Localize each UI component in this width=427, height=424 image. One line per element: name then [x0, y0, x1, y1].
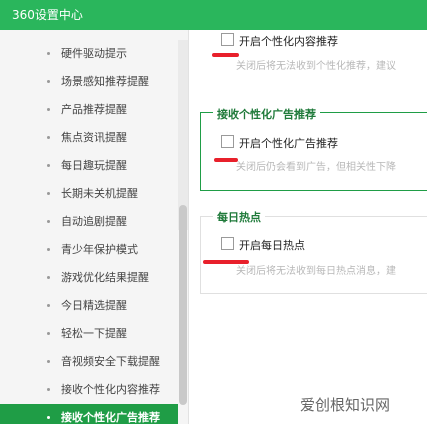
bullet-icon — [47, 416, 50, 419]
watermark: 爱创根知识网 — [300, 396, 391, 414]
bullet-icon — [47, 248, 50, 251]
ad-rec-group — [200, 112, 427, 191]
sidebar-item-long-uptime[interactable]: 长期未关机提醒 — [0, 180, 178, 208]
settings-content: 开启个性化内容推荐 关闭后将无法收到个性化推荐，建议 接收个性化广告推荐 开启个… — [189, 30, 427, 424]
bullet-icon — [47, 164, 50, 167]
red-annotation-mark — [214, 158, 238, 162]
sidebar-item-label: 硬件驱动提示 — [61, 47, 127, 60]
sidebar-item-game-optimize[interactable]: 游戏优化结果提醒 — [0, 264, 178, 292]
sidebar-scrollbar-track[interactable] — [178, 40, 188, 230]
sidebar-item-label: 每日趣玩提醒 — [61, 159, 127, 172]
ad-rec-description: 关闭后仍会看到广告，但相关性下降 — [236, 162, 396, 173]
sidebar-item-label: 游戏优化结果提醒 — [61, 271, 149, 284]
sidebar-item-teen-mode[interactable]: 青少年保护模式 — [0, 236, 178, 264]
sidebar-item-label: 音视频安全下载提醒 — [61, 355, 160, 368]
bullet-icon — [47, 192, 50, 195]
hot-description: 关闭后将无法收到每日热点消息，建 — [236, 266, 396, 277]
sidebar-item-content-rec[interactable]: 接收个性化内容推荐 — [0, 376, 178, 404]
sidebar-item-product-rec[interactable]: 产品推荐提醒 — [0, 96, 178, 124]
window-title: 360设置中心 — [12, 8, 83, 22]
sidebar-item-label: 自动追剧提醒 — [61, 215, 127, 228]
sidebar-item-hardware-driver[interactable]: 硬件驱动提示 — [0, 40, 178, 68]
bullet-icon — [47, 332, 50, 335]
ad-rec-label: 开启个性化广告推荐 — [239, 137, 338, 150]
content-rec-label: 开启个性化内容推荐 — [239, 35, 338, 48]
sidebar-item-today-picks[interactable]: 今日精选提醒 — [0, 292, 178, 320]
bullet-icon — [47, 80, 50, 83]
sidebar-item-label: 接收个性化内容推荐 — [61, 383, 160, 396]
bullet-icon — [47, 52, 50, 55]
sidebar-item-scene-aware[interactable]: 场景感知推荐提醒 — [0, 68, 178, 96]
sidebar-item-focus-news[interactable]: 焦点资讯提醒 — [0, 124, 178, 152]
bullet-icon — [47, 388, 50, 391]
bullet-icon — [47, 136, 50, 139]
sidebar-item-av-download[interactable]: 音视频安全下载提醒 — [0, 348, 178, 376]
bullet-icon — [47, 360, 50, 363]
hot-label: 开启每日热点 — [239, 239, 305, 252]
bullet-icon — [47, 220, 50, 223]
sidebar-item-auto-follow-series[interactable]: 自动追剧提醒 — [0, 208, 178, 236]
hot-group — [200, 216, 427, 294]
sidebar: 硬件驱动提示 场景感知推荐提醒 产品推荐提醒 焦点资讯提醒 每日趣玩提醒 长期未… — [0, 30, 188, 424]
hot-checkbox[interactable] — [221, 237, 234, 250]
sidebar-item-label: 焦点资讯提醒 — [61, 131, 127, 144]
content-rec-checkbox[interactable] — [221, 33, 234, 46]
sidebar-scrollbar-thumb[interactable] — [179, 205, 187, 405]
sidebar-item-partial[interactable] — [0, 30, 178, 40]
ad-rec-group-title: 接收个性化广告推荐 — [213, 106, 320, 122]
bullet-icon — [47, 276, 50, 279]
sidebar-item-ad-rec[interactable]: 接收个性化广告推荐 — [0, 404, 178, 424]
bullet-icon — [47, 304, 50, 307]
sidebar-item-label: 青少年保护模式 — [61, 243, 138, 256]
red-annotation-mark — [212, 53, 239, 57]
sidebar-item-relax[interactable]: 轻松一下提醒 — [0, 320, 178, 348]
sidebar-item-label: 长期未关机提醒 — [61, 187, 138, 200]
ad-rec-checkbox[interactable] — [221, 135, 234, 148]
hot-group-title: 每日热点 — [213, 209, 265, 225]
sidebar-item-daily-fun[interactable]: 每日趣玩提醒 — [0, 152, 178, 180]
sidebar-item-label: 接收个性化广告推荐 — [61, 411, 160, 424]
window-titlebar: 360设置中心 — [0, 0, 427, 30]
bullet-icon — [47, 108, 50, 111]
sidebar-item-label: 产品推荐提醒 — [61, 103, 127, 116]
sidebar-item-label: 今日精选提醒 — [61, 299, 127, 312]
content-rec-description: 关闭后将无法收到个性化推荐，建议 — [236, 61, 396, 72]
sidebar-item-label: 场景感知推荐提醒 — [61, 75, 149, 88]
sidebar-item-label: 轻松一下提醒 — [61, 327, 127, 340]
